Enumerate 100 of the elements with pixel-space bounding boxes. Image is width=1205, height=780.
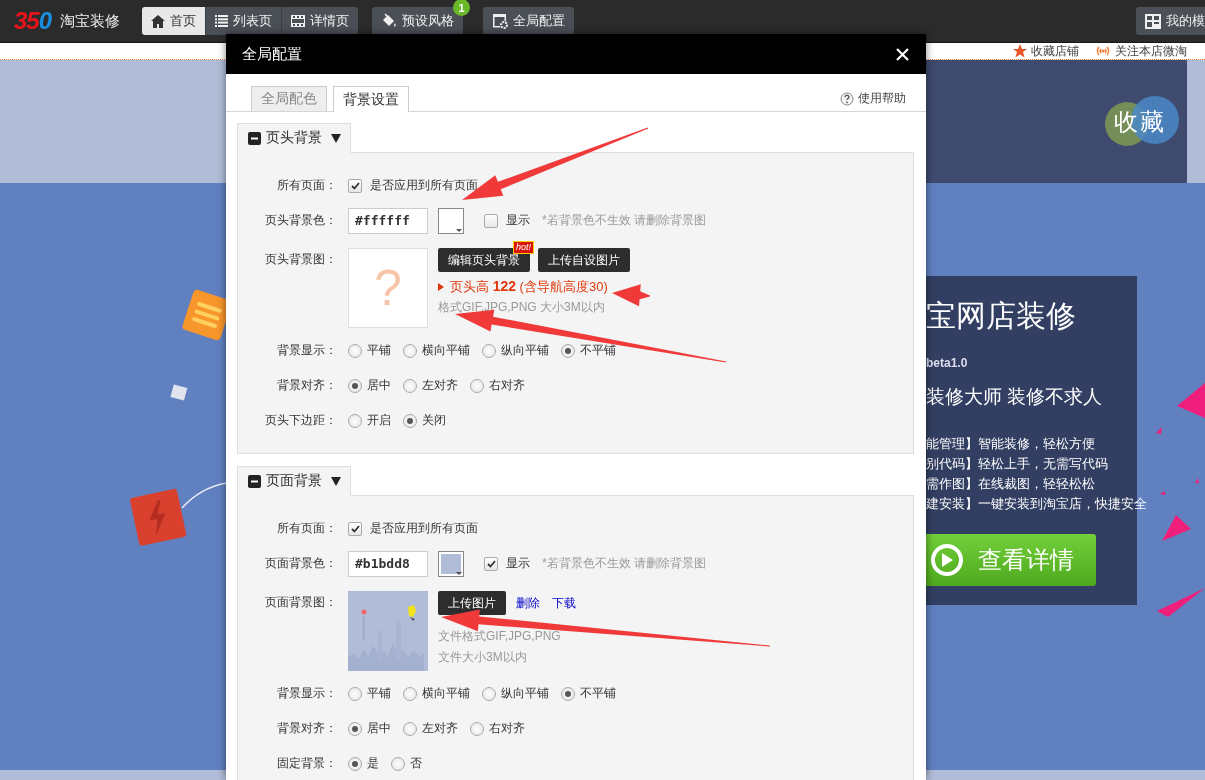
radio-button[interactable] (348, 343, 362, 358)
hint-text: *若背景色不生效 请删除背景图 (542, 555, 706, 572)
action-button[interactable]: 上传图片 (438, 591, 506, 615)
radio-button[interactable] (561, 343, 575, 358)
radio-label: 居中 (367, 720, 391, 737)
promo-title: 宝网店装修 (926, 298, 1076, 334)
checkbox[interactable] (348, 521, 362, 536)
field-label: 页头背景色： (264, 212, 337, 229)
radio-button[interactable] (403, 378, 417, 393)
help-icon[interactable] (840, 91, 854, 106)
radio-button[interactable] (348, 413, 362, 428)
radio-button[interactable] (482, 686, 496, 701)
logo-mark: 350 (14, 9, 52, 33)
radio-label: 居中 (367, 377, 391, 394)
checkbox-label: 是否应用到所有页面 (370, 520, 478, 537)
radio-button[interactable] (391, 756, 405, 771)
brand-name: 淘宝装修 (60, 11, 121, 31)
placeholder-symbol: ? (374, 263, 402, 313)
field-label: 所有页面： (276, 520, 337, 537)
collapse-icon (248, 474, 261, 488)
checkbox[interactable] (348, 178, 362, 193)
radio-button[interactable] (403, 721, 417, 736)
section-tab[interactable]: 页面背景 (237, 466, 351, 496)
field-label: 背景对齐： (276, 377, 337, 394)
checkbox-label: 显示 (506, 212, 530, 229)
radio-label: 左对齐 (422, 720, 458, 737)
field-label: 页头下边距： (264, 412, 337, 429)
bullet-icon (438, 282, 444, 291)
settings-icon (492, 13, 509, 29)
color-swatch[interactable] (438, 207, 464, 234)
format-note: 格式GIF,JPG,PNG 大小3M以内 (438, 300, 605, 315)
hint-text: *若背景色不生效 请删除背景图 (542, 212, 706, 229)
radio-button[interactable] (348, 378, 362, 393)
paint-bucket-icon (381, 13, 398, 29)
radio-button[interactable] (403, 686, 417, 701)
nav-tab[interactable]: 列表页 (205, 7, 282, 35)
help-link[interactable]: 使用帮助 (858, 90, 906, 107)
tab[interactable]: 背景设置 (333, 86, 409, 112)
radio-label: 否 (410, 755, 422, 772)
store-link[interactable]: 关注本店微淘 (1115, 42, 1187, 60)
feature-text: 需作图】在线裁图，轻轻松松 (926, 476, 1096, 492)
caret-icon (331, 476, 341, 486)
nav-tab[interactable]: 详情页 (281, 7, 359, 35)
curve-line (181, 482, 227, 509)
radio-label: 平铺 (367, 342, 391, 359)
radio-label: 横向平铺 (422, 342, 470, 359)
checkbox[interactable] (484, 556, 498, 571)
field-label: 页头背景图： (264, 251, 337, 268)
cube-drawing (170, 384, 188, 401)
version-label: beta1.0 (926, 356, 968, 370)
field-label: 所有页面： (276, 177, 337, 194)
checkbox[interactable] (484, 213, 498, 228)
radio-button[interactable] (470, 378, 484, 393)
radio-button[interactable] (403, 343, 417, 358)
store-link[interactable]: 收藏店铺 (1031, 42, 1079, 60)
close-icon[interactable] (896, 47, 909, 61)
nav-tab[interactable]: 首页 (142, 7, 206, 35)
checkbox-label: 显示 (506, 555, 530, 572)
toolbar-button[interactable]: 我的模 (1136, 7, 1205, 35)
star-icon (1013, 44, 1027, 58)
radio-label: 纵向平铺 (501, 342, 549, 359)
feature-text: 能管理】智能装修，轻松方便 (926, 436, 1096, 452)
film-icon (291, 15, 306, 27)
field-label: 页面背景色： (264, 555, 337, 572)
radio-label: 左对齐 (422, 377, 458, 394)
field-label: 页面背景图： (264, 594, 337, 611)
format-note: 文件大小3M以内 (438, 650, 527, 665)
promo-slogan: 装修大师 装修不求人 (926, 385, 1103, 409)
link[interactable]: 下载 (552, 594, 576, 612)
radio-button[interactable] (348, 686, 362, 701)
radio-label: 不平铺 (580, 685, 616, 702)
radio-label: 关闭 (422, 412, 446, 429)
radio-button[interactable] (561, 686, 575, 701)
color-swatch[interactable] (438, 550, 464, 577)
radio-label: 开启 (367, 412, 391, 429)
link[interactable]: 删除 (516, 594, 540, 612)
radio-button[interactable] (403, 413, 417, 428)
caret-icon (331, 133, 341, 143)
dialog-title: 全局配置 (242, 44, 302, 64)
action-button[interactable]: 上传自设图片 (538, 248, 630, 272)
collapse-icon (248, 131, 261, 145)
home-icon (151, 14, 166, 28)
hot-badge: hot! (513, 241, 534, 254)
radio-button[interactable] (482, 343, 496, 358)
radio-button[interactable] (348, 721, 362, 736)
checkbox-label: 是否应用到所有页面 (370, 177, 478, 194)
color-field[interactable]: #ffffff (348, 207, 428, 234)
radio-button[interactable] (470, 721, 484, 736)
play-icon (930, 543, 964, 577)
annotation-arrow (612, 284, 650, 307)
radio-button[interactable] (348, 756, 362, 771)
field-label: 背景显示： (276, 685, 337, 702)
toolbar-button[interactable]: 全局配置 (483, 7, 575, 35)
color-field[interactable]: #b1bdd8 (348, 550, 428, 577)
section-tab[interactable]: 页头背景 (237, 123, 351, 153)
field-label: 背景对齐： (276, 720, 337, 737)
radio-label: 是 (367, 755, 379, 772)
section-title: 页面背景 (266, 472, 322, 490)
feature-text: 别代码】轻松上手，无需写代码 (926, 456, 1109, 472)
section-title: 页头背景 (266, 129, 322, 147)
